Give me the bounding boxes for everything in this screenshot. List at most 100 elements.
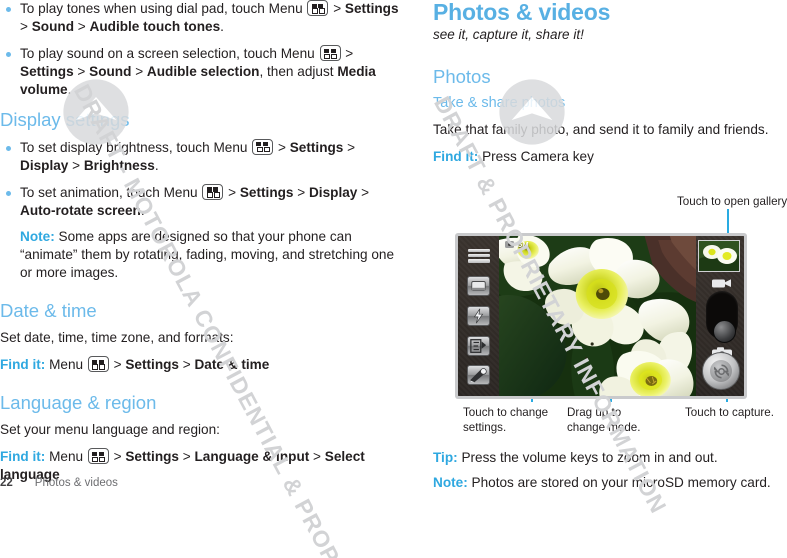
body-text-run: >: [274, 139, 290, 155]
body-text-run: >: [109, 356, 126, 372]
video-mode-icon[interactable]: [711, 277, 733, 289]
display-note: Note: Some apps are designed so that you…: [20, 228, 400, 282]
effects-icon[interactable]: [467, 365, 490, 386]
body-text-run: To play sound on a screen selection, tou…: [20, 46, 319, 62]
callout-mode-label: Drag up to change mode.: [567, 406, 641, 434]
menu-key-icon: [87, 355, 109, 372]
refresh-arrows-icon: [713, 364, 729, 378]
body-text-run: >: [20, 19, 32, 35]
body-text-run: >: [178, 356, 195, 372]
tip-line: Tip: Press the volume keys to zoom in an…: [433, 449, 787, 467]
emphasised-term: Auto-rotate screen: [20, 202, 141, 218]
callout-settings-label: Touch to change settings.: [463, 406, 549, 434]
manual-page: DRAFT - MOTOROLA CONFIDENTIAL & PROPRIET…: [0, 0, 787, 558]
body-text-run: .: [154, 157, 159, 173]
body-text-run: >: [329, 1, 345, 16]
body-text-run: >: [293, 184, 309, 200]
callout-capture-label: Touch to capture.: [685, 406, 774, 419]
camera-viewfinder-screen: 5M: [458, 236, 744, 396]
left-column: To play tones when using dial pad, touch…: [0, 0, 400, 493]
body-text-run: .: [220, 19, 224, 35]
camera-left-toolbar[interactable]: [458, 236, 499, 396]
emphasised-term: Audible touch tones: [89, 19, 221, 35]
megapixel-indicator: 5M: [505, 240, 529, 249]
photos-intro: Take that family photo, and send it to f…: [433, 122, 769, 138]
emphasised-term: Display: [308, 184, 358, 200]
body-text-run: >: [178, 449, 195, 465]
emphasised-term: Sound: [31, 19, 75, 35]
body-text-run: >: [224, 184, 240, 200]
bullet-item: To play sound on a screen selection, tou…: [0, 45, 400, 99]
body-text-run: , then adjust: [259, 64, 338, 80]
body-text-run: >: [68, 157, 84, 173]
body-text-run: >: [309, 449, 325, 465]
note-text: Photos are stored on your microSD memory…: [467, 475, 771, 490]
photos-find-it: Find it: Press Camera key: [433, 148, 787, 166]
gallery-thumbnail[interactable]: [698, 240, 740, 272]
camera-mode-icon: [505, 241, 514, 248]
date-time-heading: Date & time: [0, 299, 97, 321]
emphasised-term: Sound: [89, 64, 132, 80]
emphasised-term: Language & input: [194, 449, 310, 465]
callout-gallery-label: Touch to open gallery.: [677, 195, 787, 208]
display-note-block: Note: Some apps are designed so that you…: [0, 228, 400, 282]
emphasised-term: Settings: [125, 356, 179, 372]
menu-key-icon: [307, 0, 329, 16]
language-region-heading: Language & region: [0, 391, 157, 413]
body-text-run: >: [73, 64, 90, 80]
body-text-run: >: [343, 139, 356, 155]
emphasised-term: Audible selection: [146, 64, 260, 80]
shutter-button-inner: [710, 360, 732, 382]
body-text-run: >: [109, 449, 126, 465]
note-label: Note:: [20, 228, 55, 244]
body-text-run: Menu: [45, 449, 87, 465]
emphasised-term: Settings: [239, 184, 294, 200]
camera-figure: Touch to open gallery. Touch to change s…: [455, 195, 787, 434]
page-title: Photos & videos: [433, 0, 611, 25]
body-text-run: To play tones when using dial pad, touch…: [20, 1, 307, 16]
shutter-button[interactable]: [702, 352, 740, 390]
megapixel-label: 5M: [518, 240, 529, 249]
flash-icon[interactable]: [467, 305, 490, 326]
note-text: Some apps are designed so that your phon…: [20, 228, 395, 280]
tip-text: Press the volume keys to zoom in and out…: [457, 450, 718, 465]
settings-menu-icon[interactable]: [467, 247, 491, 267]
date-time-body: Set date, time, time zone, and formats:: [0, 330, 234, 346]
body-text-run: .: [140, 202, 145, 218]
find-it-path: Menu > Settings > Date & time: [45, 355, 269, 372]
exposure-icon[interactable]: [467, 335, 490, 356]
photos-section-heading: Photos: [433, 66, 491, 88]
body-text-run: >: [74, 19, 90, 35]
menu-key-icon: [252, 138, 274, 155]
menu-key-icon: [319, 45, 341, 62]
emphasised-term: Settings: [125, 449, 179, 465]
note-label: Note:: [433, 475, 468, 490]
find-it-label: Find it:: [0, 356, 46, 372]
body-text-run: >: [341, 46, 354, 62]
body-text-run: To set animation, touch Menu: [20, 184, 202, 200]
viewfinder-preview: 5M: [499, 236, 696, 396]
display-settings-bullet-list: To set display brightness, touch Menu > …: [0, 138, 400, 220]
menu-key-icon: [87, 448, 109, 465]
emphasised-term: Display: [20, 157, 69, 173]
tip-label: Tip:: [433, 450, 458, 465]
language-region-body: Set your menu language and region:: [0, 422, 220, 438]
emphasised-term: Brightness: [83, 157, 155, 173]
daffodil-photo: [499, 236, 696, 396]
body-text-run: Menu: [45, 356, 87, 372]
camera-right-toolbar[interactable]: [696, 236, 744, 396]
page-footer: 22 Photos & videos: [0, 477, 118, 489]
emphasised-term: Settings: [289, 139, 344, 155]
bullet-item: To set animation, touch Menu > Settings …: [0, 183, 400, 220]
scene-mode-icon[interactable]: [467, 276, 490, 297]
body-text-run: >: [357, 184, 370, 200]
bullet-item: To play tones when using dial pad, touch…: [0, 0, 400, 36]
mode-slider-knob[interactable]: [713, 320, 736, 343]
camera-screenshot: 5M: [455, 233, 747, 399]
body-text-run: >: [131, 64, 147, 80]
body-text-run: To set display brightness, touch Menu: [20, 139, 252, 155]
footer-chapter: Photos & videos: [34, 477, 118, 489]
sound-settings-bullet-list: To play tones when using dial pad, touch…: [0, 0, 400, 99]
bullet-item: To set display brightness, touch Menu > …: [0, 138, 400, 175]
menu-key-icon: [202, 183, 224, 200]
